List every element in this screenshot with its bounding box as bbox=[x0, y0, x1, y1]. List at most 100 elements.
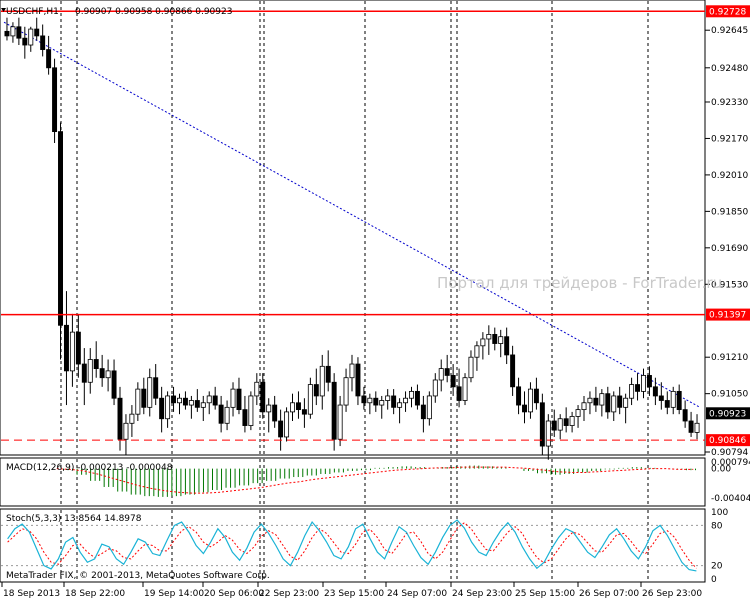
candle-body bbox=[58, 131, 63, 326]
level-price-label: 0.91397 bbox=[709, 311, 746, 321]
candle-body bbox=[135, 388, 141, 415]
candle-body bbox=[367, 397, 373, 404]
stoch-title: Stoch(5,3,3) 13.8564 14.8978 bbox=[6, 514, 142, 524]
candle-body bbox=[230, 388, 236, 408]
stoch-tick-label: 80 bbox=[711, 521, 723, 531]
price-tick-label: 0.92170 bbox=[711, 134, 748, 144]
current-price-label: 0.90923 bbox=[709, 409, 746, 419]
time-tick-label: 24 Sep 07:00 bbox=[387, 589, 447, 599]
candle-body bbox=[635, 384, 641, 392]
candle-body bbox=[200, 402, 206, 408]
candle-body bbox=[236, 388, 242, 411]
candle-body bbox=[40, 35, 46, 50]
candle-body bbox=[385, 395, 391, 401]
macd-tick-label: 0.00 bbox=[711, 465, 731, 475]
candle-body bbox=[444, 368, 450, 376]
stoch-tick-label: 20 bbox=[711, 562, 723, 572]
candle-body bbox=[69, 331, 75, 372]
price-tick-label: 0.92480 bbox=[711, 64, 748, 74]
candle-body bbox=[670, 390, 676, 408]
candle-body bbox=[194, 400, 200, 408]
candle-body bbox=[468, 356, 474, 379]
candle-body bbox=[646, 375, 652, 388]
candle-body bbox=[260, 381, 266, 413]
candle-body bbox=[46, 49, 52, 69]
candle-body bbox=[165, 395, 171, 420]
candle-body bbox=[313, 384, 319, 397]
candle-body bbox=[414, 390, 420, 406]
price-tick-label: 0.91210 bbox=[711, 353, 748, 363]
candle-body bbox=[581, 402, 587, 411]
level-price-label: 0.90846 bbox=[709, 436, 746, 446]
price-tick-label: 0.92645 bbox=[711, 26, 748, 36]
price-tick-label: 0.91050 bbox=[711, 390, 748, 400]
chart-header-symbol: USDCHF,H1 bbox=[6, 7, 59, 17]
candle-body bbox=[63, 324, 69, 372]
time-tick-label: 24 Sep 23:00 bbox=[452, 589, 512, 599]
candle-body bbox=[117, 397, 123, 440]
chart-background bbox=[0, 0, 750, 600]
candle-body bbox=[373, 397, 379, 406]
candle-body bbox=[10, 26, 16, 37]
candle-body bbox=[272, 404, 278, 422]
candle-body bbox=[206, 395, 212, 404]
candle-body bbox=[278, 420, 284, 438]
candle-body bbox=[22, 37, 28, 46]
candle-body bbox=[361, 395, 367, 404]
candle-body bbox=[105, 370, 111, 379]
candle-body bbox=[284, 411, 290, 438]
candle-body bbox=[290, 402, 295, 413]
macd-title: MACD(12,26,9) -0.000213 -0.000048 bbox=[6, 463, 173, 473]
candle-body bbox=[212, 395, 218, 406]
candle-body bbox=[123, 422, 129, 440]
stoch-tick-label: 0 bbox=[711, 575, 717, 585]
candle-body bbox=[682, 409, 688, 422]
candle-body bbox=[301, 409, 307, 415]
candle-body bbox=[629, 384, 635, 399]
candle-body bbox=[242, 409, 248, 426]
chart-header-ohlc: 0.90907 0.90958 0.90866 0.90923 bbox=[75, 7, 232, 17]
candle-body bbox=[159, 397, 165, 420]
candle-body bbox=[563, 418, 569, 426]
time-tick-label: 20 Sep 06:00 bbox=[204, 589, 264, 599]
candle-body bbox=[522, 404, 527, 413]
trading-chart[interactable]: 0.92645 0.92480 0.92330 0.92170 0.92010 0.918… bbox=[0, 0, 750, 600]
price-tick-label: 0.92010 bbox=[711, 171, 748, 181]
candle-body bbox=[397, 402, 403, 408]
candle-body bbox=[599, 393, 605, 406]
candle-body bbox=[331, 381, 337, 440]
price-tick-label: 0.91850 bbox=[711, 207, 748, 217]
candle-body bbox=[516, 386, 522, 406]
time-tick-label: 26 Sep 07:00 bbox=[579, 589, 639, 599]
candle-body bbox=[480, 338, 486, 347]
candle-body bbox=[349, 363, 355, 379]
candle-body bbox=[545, 420, 551, 447]
candle-body bbox=[325, 365, 331, 383]
candle-body bbox=[188, 400, 194, 406]
candle-body bbox=[658, 395, 664, 401]
candle-body bbox=[664, 400, 670, 408]
candle-body bbox=[587, 397, 593, 404]
candle-body bbox=[111, 370, 117, 399]
candle-body bbox=[147, 377, 153, 408]
candle-body bbox=[498, 336, 504, 344]
candle-body bbox=[182, 397, 188, 406]
candle-body bbox=[81, 363, 87, 383]
candle-body bbox=[617, 395, 623, 408]
candle-body bbox=[652, 386, 658, 397]
candle-body bbox=[171, 395, 177, 404]
candle-body bbox=[474, 345, 480, 358]
candle-body bbox=[75, 331, 81, 365]
candle-body bbox=[16, 26, 22, 39]
candle-body bbox=[254, 381, 260, 397]
candle-body bbox=[28, 28, 34, 46]
candle-body bbox=[432, 379, 438, 397]
candle-body bbox=[504, 336, 510, 356]
time-tick-label: 18 Sep 22:00 bbox=[65, 589, 125, 599]
candle-body bbox=[391, 395, 397, 408]
candle-body bbox=[141, 388, 147, 408]
candle-body bbox=[52, 67, 58, 133]
candle-body bbox=[575, 409, 581, 417]
candle-body bbox=[34, 28, 40, 37]
candle-body bbox=[248, 395, 254, 426]
